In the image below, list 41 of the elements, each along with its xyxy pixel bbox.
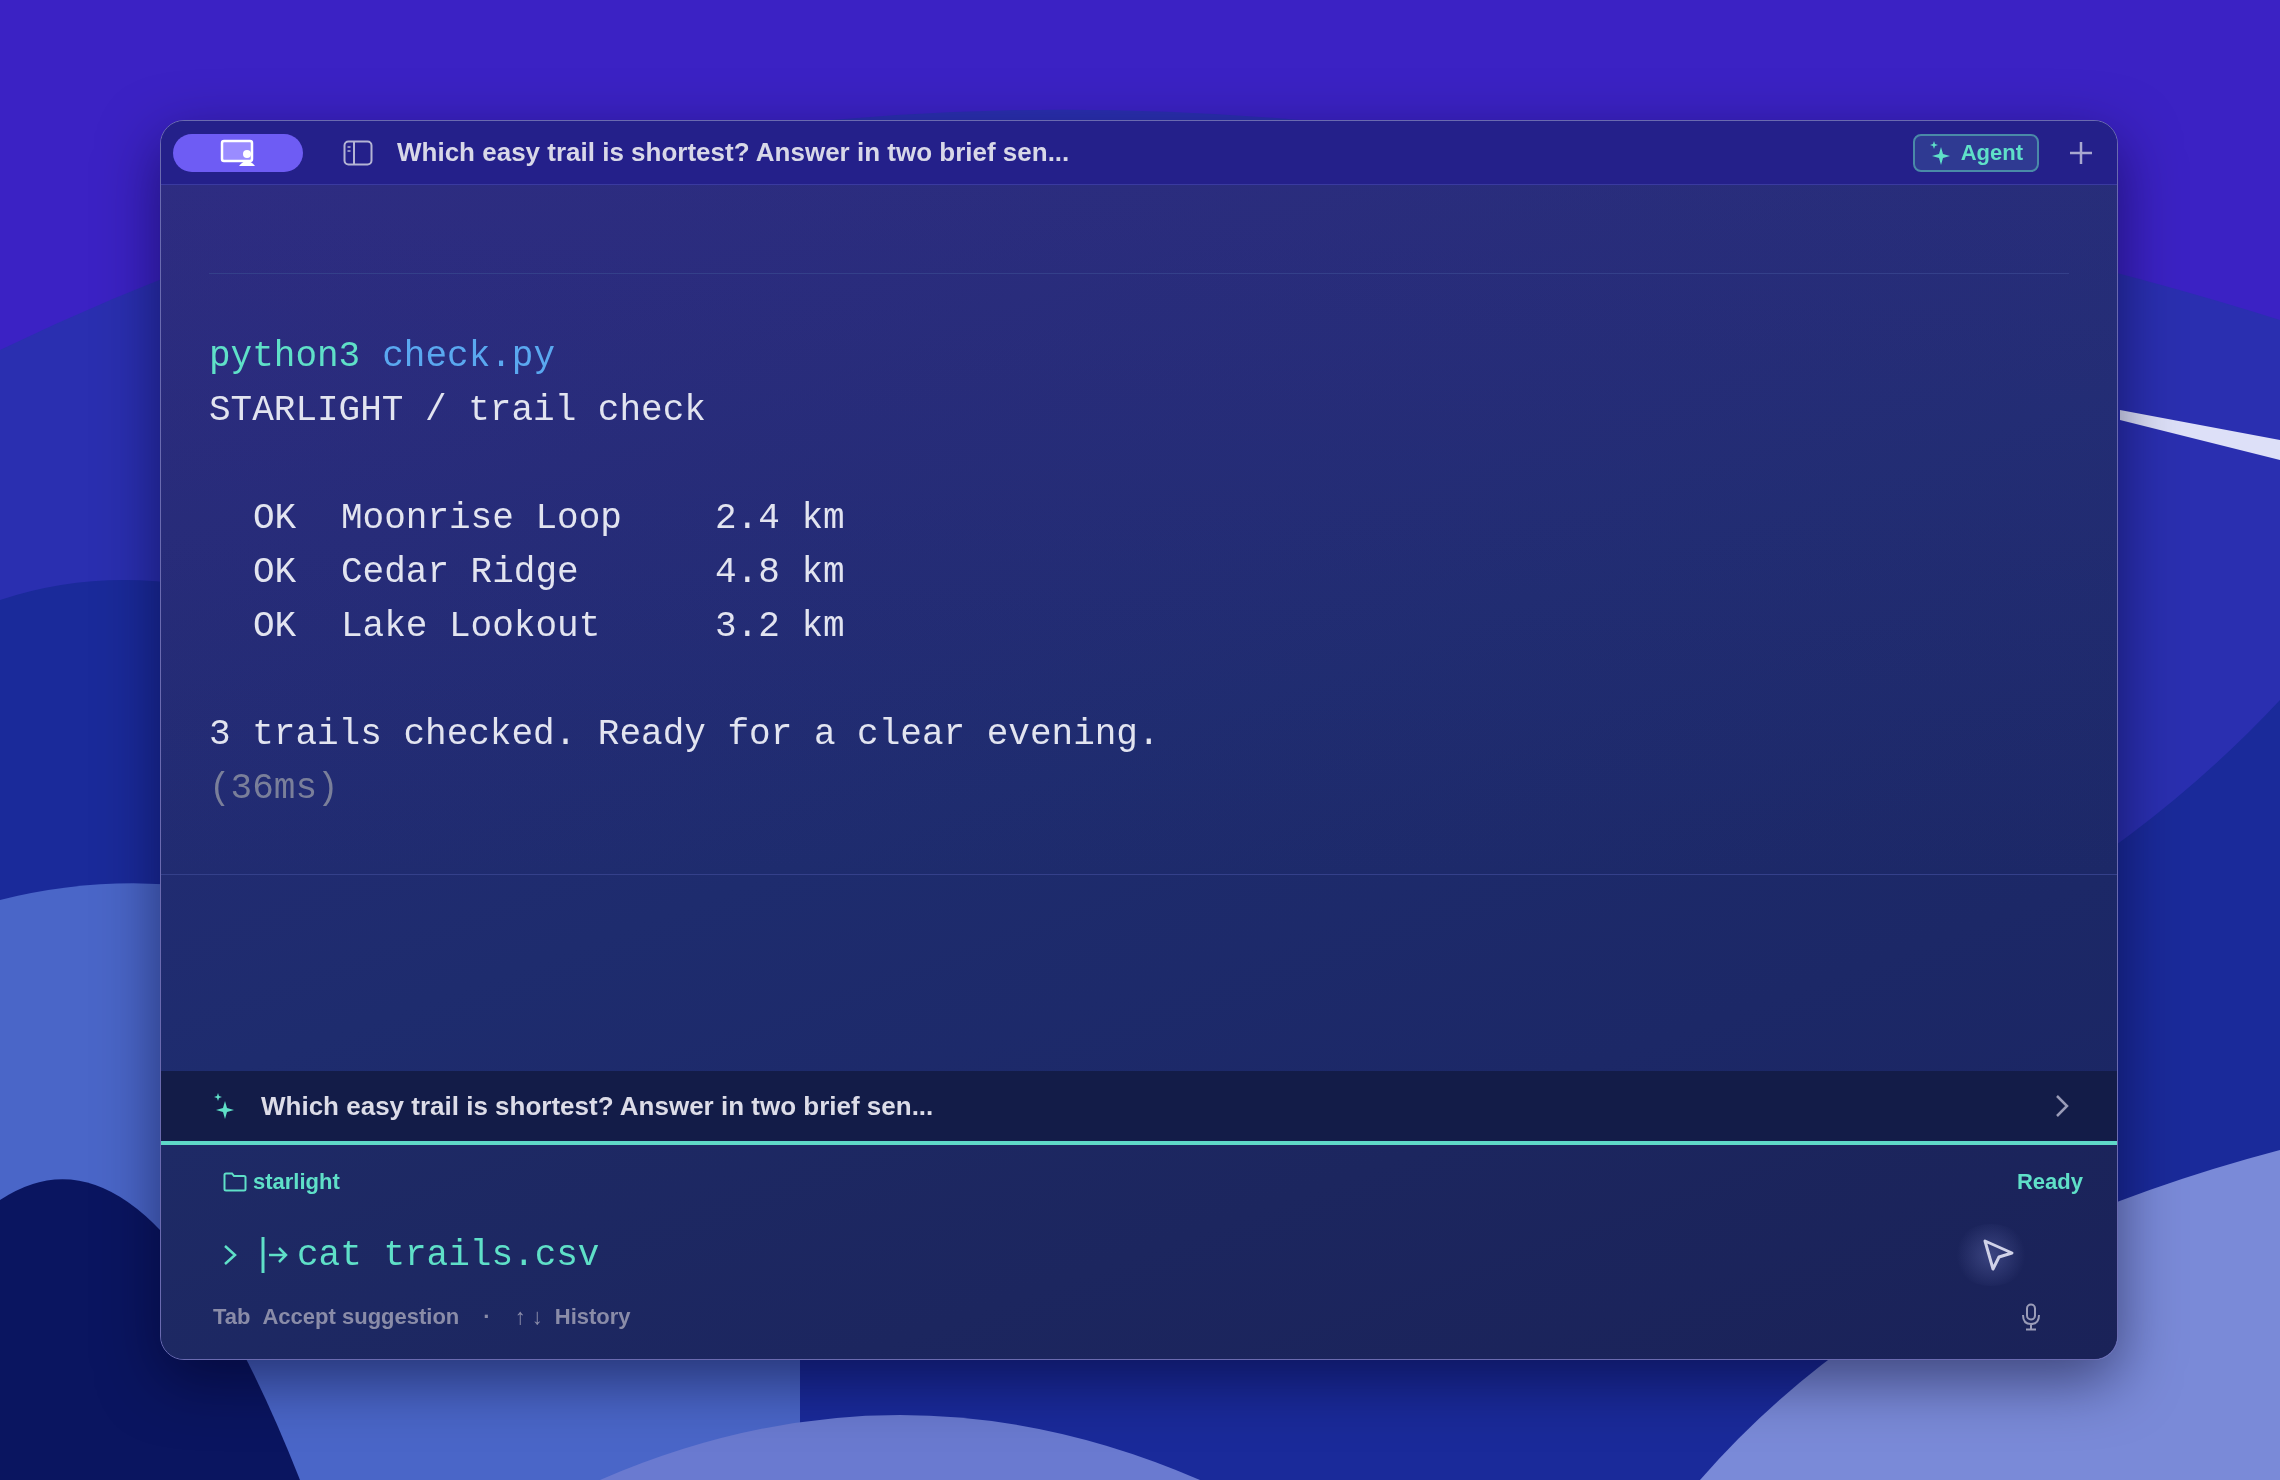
profile-button[interactable] xyxy=(173,133,303,172)
send-icon xyxy=(1981,1238,2015,1272)
folder-icon xyxy=(223,1172,247,1192)
microphone-icon xyxy=(2021,1303,2041,1331)
distance-text: 3.2 km xyxy=(715,605,845,649)
sparkle-icon xyxy=(213,1093,235,1119)
chevron-right-icon xyxy=(2055,1094,2069,1118)
trail-name: Moonrise Loop xyxy=(341,497,623,541)
user-screen-icon xyxy=(220,138,256,167)
command-argument: check.py xyxy=(382,336,556,377)
key-hint: ↑ ↓ xyxy=(514,1304,543,1330)
key-hint: Tab xyxy=(213,1304,251,1330)
trail-name: Cedar Ridge xyxy=(341,551,580,595)
status-text: OK xyxy=(253,497,298,541)
status-text: OK xyxy=(253,551,298,595)
agent-button[interactable]: Agent xyxy=(1912,133,2039,172)
status-text: Ready xyxy=(2016,1169,2083,1195)
sidebar-toggle[interactable] xyxy=(343,139,373,166)
timing-text: (36ms) xyxy=(209,768,339,809)
distance-text: 2.4 km xyxy=(715,497,845,541)
microphone-button[interactable] xyxy=(2021,1303,2041,1331)
suggestion-bar[interactable]: Which easy trail is shortest? Answer in two brief sen... xyxy=(161,1071,2117,1145)
suggestion-text: Which easy trail is shortest? Answer in two brief sen... xyxy=(261,1090,935,1122)
plus-icon xyxy=(2069,140,2093,165)
directory-chip[interactable]: starlight xyxy=(223,1169,340,1195)
status-text: OK xyxy=(253,605,298,649)
separator-dot: · xyxy=(483,1304,491,1330)
hint-label: Accept suggestion xyxy=(262,1304,460,1330)
window-title: Which easy trail is shortest? Answer in two brief sen... xyxy=(397,137,1071,168)
directory-name: starlight xyxy=(253,1169,340,1195)
trail-name: Lake Lookout xyxy=(341,605,602,649)
command-text: python3 xyxy=(209,336,361,377)
command-input[interactable]: cat trails.csv xyxy=(297,1234,600,1276)
hint-label: History xyxy=(554,1304,631,1330)
distance-text: 4.8 km xyxy=(715,551,845,595)
output-text: 3 trails checked. Ready for a clear evening. xyxy=(209,714,1160,755)
cursor-icon xyxy=(261,1237,289,1273)
sidebar-icon xyxy=(343,139,373,166)
add-button[interactable] xyxy=(2069,140,2093,165)
output-text: STARLIGHT / trail check xyxy=(209,390,706,431)
prompt-chevron-icon xyxy=(223,1244,237,1266)
